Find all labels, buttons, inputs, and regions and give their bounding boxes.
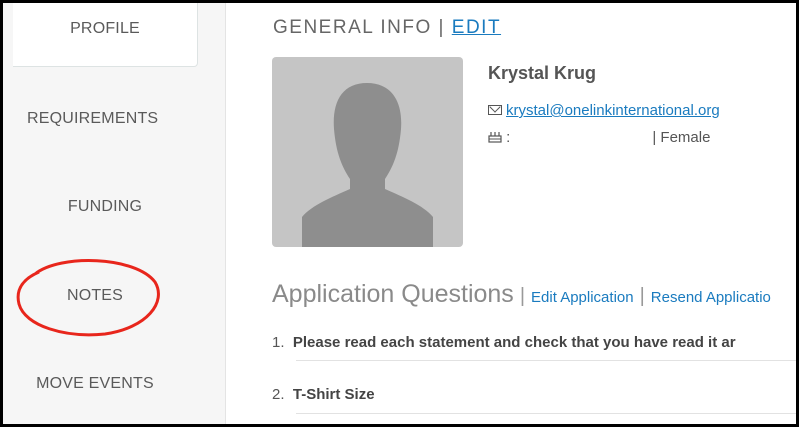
gender-separator: | <box>652 128 657 146</box>
edit-general-info-link[interactable]: EDIT <box>452 17 501 38</box>
question-text: Please read each statement and check tha… <box>292 334 736 351</box>
general-info-heading: GENERAL INFO | EDIT <box>273 17 501 39</box>
email-row: krystal@onelinkinternational.org <box>488 102 720 119</box>
sidebar-tab-profile[interactable]: PROFILE <box>13 3 198 67</box>
resend-application-link[interactable]: Resend Applicatio <box>651 289 771 306</box>
question-item: 2. T-Shirt Size <box>272 386 375 403</box>
question-divider <box>296 360 796 361</box>
app-frame: PROFILE REQUIREMENTS FUNDING NOTES MOVE … <box>0 0 799 427</box>
question-text: T-Shirt Size <box>292 386 375 403</box>
edit-application-link[interactable]: Edit Application <box>531 289 634 306</box>
question-divider <box>296 413 796 414</box>
birthday-row: : | Female <box>488 127 710 149</box>
question-item: 1. Please read each statement and check … <box>272 334 736 351</box>
question-number: 2. <box>272 386 285 403</box>
email-link[interactable]: krystal@onelinkinternational.org <box>506 102 720 119</box>
envelope-icon <box>488 105 502 115</box>
general-info-title: GENERAL INFO <box>273 17 432 38</box>
sidebar: PROFILE REQUIREMENTS FUNDING NOTES MOVE … <box>3 3 226 424</box>
annotation-circle <box>16 259 160 337</box>
gender-value: Female <box>660 128 711 146</box>
sidebar-item-requirements[interactable]: REQUIREMENTS <box>13 110 217 128</box>
main-content: GENERAL INFO | EDIT Krystal Krug krystal… <box>226 3 796 424</box>
general-info-separator: | <box>438 17 445 38</box>
birthday-prefix: : <box>506 128 511 146</box>
sidebar-item-funding[interactable]: FUNDING <box>13 198 197 216</box>
birthday-cake-icon <box>488 131 502 143</box>
application-questions-header: Application Questions | Edit Application | R… <box>272 280 771 309</box>
avatar-placeholder <box>272 57 463 247</box>
person-silhouette-icon <box>302 83 433 247</box>
application-separator: | <box>519 285 526 307</box>
question-number: 1. <box>272 334 285 351</box>
sidebar-item-profile-label: PROFILE <box>70 20 140 37</box>
application-separator-2: | <box>639 285 645 307</box>
redacted-birthday <box>512 127 651 149</box>
sidebar-item-move-events[interactable]: MOVE EVENTS <box>3 375 187 393</box>
application-questions-title: Application Questions <box>272 280 514 308</box>
profile-name: Krystal Krug <box>488 63 597 83</box>
